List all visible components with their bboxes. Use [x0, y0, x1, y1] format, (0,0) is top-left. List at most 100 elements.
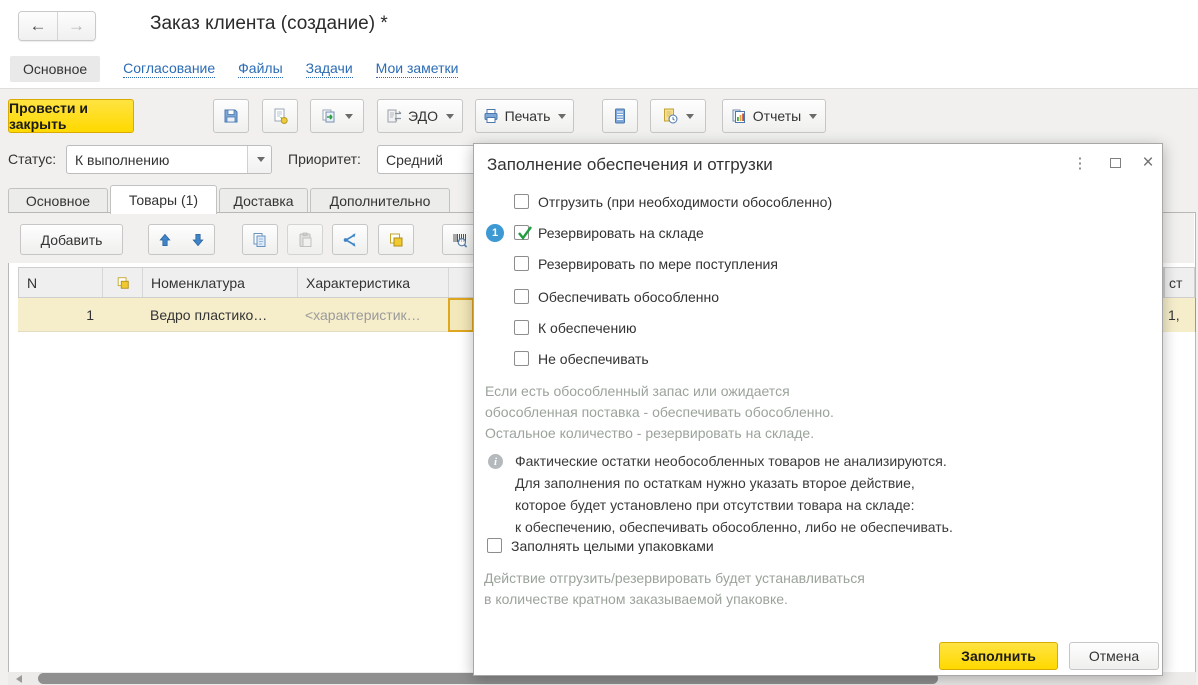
open-nomenclature-button[interactable] — [378, 224, 414, 255]
option-label[interactable]: Резервировать на складе — [538, 225, 704, 242]
reports-icon — [731, 108, 747, 124]
app-window: ← → Заказ клиента (создание) * Основное … — [0, 0, 1198, 685]
reports-label: Отчеты — [753, 108, 801, 124]
add-row-button[interactable]: Добавить — [20, 224, 123, 255]
dropdown-caret-icon — [345, 114, 353, 119]
forward-button[interactable]: → — [57, 12, 95, 40]
reports-button[interactable]: Отчеты — [722, 99, 826, 133]
main-toolbar: Провести и закрыть ЭДО Печать — [0, 99, 1198, 133]
document-register-button[interactable] — [602, 99, 638, 133]
cell-num[interactable]: 1 — [18, 298, 102, 331]
option-label[interactable]: К обеспечению — [538, 320, 637, 337]
back-button[interactable]: ← — [19, 12, 57, 40]
option-whole-packages: Заполнять целыми упаковками — [474, 538, 1162, 556]
packages-hint-text: Действие отгрузить/резервировать будет у… — [484, 568, 865, 610]
checkbox-reserve-incoming[interactable] — [514, 256, 529, 271]
scroll-left-arrow-icon[interactable] — [16, 675, 22, 683]
checkbox-do-not-provide[interactable] — [514, 351, 529, 366]
post-and-close-button[interactable]: Провести и закрыть — [8, 99, 134, 133]
post-document-button[interactable] — [262, 99, 298, 133]
dialog-close-button[interactable]: × — [1137, 152, 1159, 174]
checkbox-ship[interactable] — [514, 194, 529, 209]
edo-button[interactable]: ЭДО — [377, 99, 463, 133]
fill-button[interactable]: Заполнить — [939, 642, 1058, 670]
dropdown-caret-icon — [257, 157, 265, 162]
option-to-provision: К обеспечению — [474, 320, 1162, 338]
cell-row-icon[interactable] — [102, 298, 142, 331]
page-title: Заказ клиента (создание) * — [150, 13, 388, 35]
cell-characteristic[interactable]: <характеристик… — [297, 298, 448, 331]
arrow-down-icon — [191, 233, 205, 247]
cancel-button[interactable]: Отмена — [1069, 642, 1159, 670]
dialog-title: Заполнение обеспечения и отгрузки — [487, 155, 773, 175]
option-reserve-incoming: Резервировать по мере поступления — [474, 256, 1162, 274]
nav-tab-soglasovanie[interactable]: Согласование — [123, 60, 215, 78]
checkbox-to-provision[interactable] — [514, 320, 529, 335]
tab-dopolnitelno[interactable]: Дополнительно — [310, 188, 450, 213]
col-header-characteristic[interactable]: Характеристика — [298, 268, 449, 297]
nav-tab-fayly[interactable]: Файлы — [238, 60, 282, 78]
status-combobox[interactable]: К выполнению — [66, 145, 272, 174]
checkbox-provide-separately[interactable] — [514, 289, 529, 304]
save-button[interactable] — [213, 99, 249, 133]
post-document-icon — [272, 108, 288, 124]
print-label: Печать — [505, 108, 551, 124]
edo-icon — [386, 108, 402, 124]
option-label[interactable]: Не обеспечивать — [538, 351, 649, 368]
save-icon — [223, 108, 239, 124]
move-up-button[interactable] — [148, 224, 182, 255]
option-label[interactable]: Обеспечивать обособленно — [538, 289, 719, 306]
option-ship: Отгрузить (при необходимости обособленно… — [474, 194, 1162, 212]
option-label[interactable]: Заполнять целыми упаковками — [511, 538, 714, 555]
move-down-button[interactable] — [181, 224, 215, 255]
dialog-maximize-button[interactable] — [1104, 152, 1126, 174]
info-text: Фактические остатки необособленных товар… — [515, 450, 953, 538]
col-header-partial[interactable]: ст — [1164, 267, 1195, 298]
print-icon — [483, 108, 499, 124]
create-based-on-button[interactable] — [310, 99, 364, 133]
tab-tovary[interactable]: Товары (1) — [110, 185, 217, 214]
split-row-button[interactable] — [332, 224, 368, 255]
nav-tab-osnovnoe[interactable]: Основное — [10, 56, 100, 82]
cell-partial-quantity[interactable]: 1, — [1164, 298, 1195, 332]
priority-label: Приоритет: — [288, 151, 361, 167]
tab-osnovnoe[interactable]: Основное — [8, 188, 108, 213]
register-list-icon — [612, 108, 628, 124]
tab-dostavka[interactable]: Доставка — [219, 188, 308, 213]
col-header-nomenclature[interactable]: Номенклатура — [143, 268, 298, 297]
combo-dropdown-button[interactable] — [247, 146, 271, 173]
order-badge: 1 — [486, 224, 504, 242]
dialog-menu-button[interactable]: ⋮ — [1069, 152, 1091, 174]
col-header-num[interactable]: N — [19, 268, 103, 297]
barcode-magnifier-icon — [452, 232, 468, 248]
history-nav: ← → — [18, 11, 96, 41]
dropdown-caret-icon — [446, 114, 454, 119]
option-label[interactable]: Отгрузить (при необходимости обособленно… — [538, 194, 832, 211]
branch-arrows-icon — [342, 232, 358, 248]
nav-tabs: Основное Согласование Файлы Задачи Мои з… — [10, 55, 458, 83]
scheduled-doc-button[interactable] — [650, 99, 706, 133]
top-header: ← → Заказ клиента (создание) * Основное … — [0, 0, 1198, 89]
copy-button[interactable] — [242, 224, 278, 255]
copy-icon — [252, 232, 268, 248]
checkbox-whole-packages[interactable] — [487, 538, 502, 553]
print-button[interactable]: Печать — [475, 99, 574, 133]
arrow-up-icon — [158, 233, 172, 247]
dropdown-caret-icon — [686, 114, 694, 119]
dropdown-caret-icon — [809, 114, 817, 119]
paste-button[interactable] — [287, 224, 323, 255]
paste-icon — [297, 232, 313, 248]
option-reserve-warehouse: 1 Резервировать на складе — [474, 225, 1162, 243]
maximize-icon — [1110, 158, 1121, 168]
nav-tab-moi-zametki[interactable]: Мои заметки — [376, 60, 459, 78]
folder-copy-icon — [116, 276, 130, 290]
option-label[interactable]: Резервировать по мере поступления — [538, 256, 778, 273]
active-cell[interactable] — [448, 298, 474, 332]
checkbox-reserve-warehouse[interactable] — [514, 225, 529, 240]
status-label: Статус: — [8, 151, 56, 167]
create-based-on-icon — [321, 108, 337, 124]
document-clock-icon — [662, 108, 678, 124]
cell-nomenclature[interactable]: Ведро пластико… — [142, 298, 297, 331]
nav-tab-zadachi[interactable]: Задачи — [306, 60, 353, 78]
col-header-nomenclature-icon[interactable] — [103, 268, 143, 297]
